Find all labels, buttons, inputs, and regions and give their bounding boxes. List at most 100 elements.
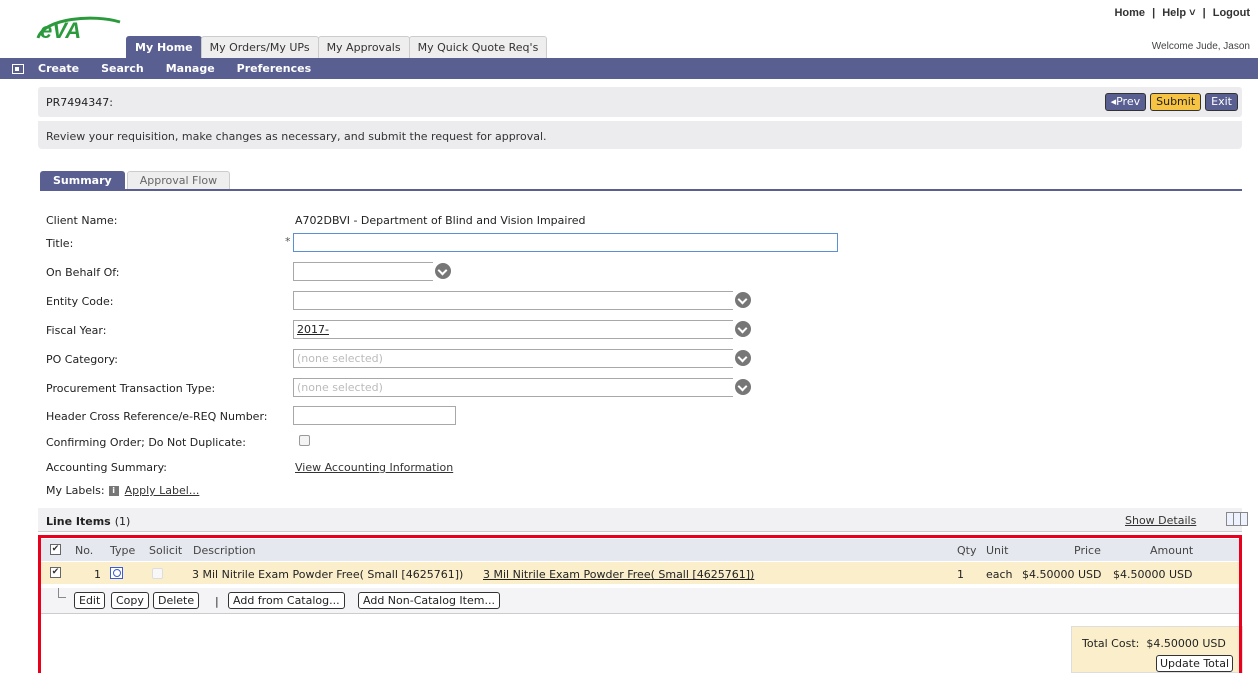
col-unit: Unit — [986, 544, 1009, 557]
col-qty: Qty — [957, 544, 977, 557]
help-link[interactable]: Help ˅ — [1162, 7, 1195, 19]
welcome-text: Welcome Jude, Jason — [1151, 41, 1250, 52]
nav-bar: Create Search Manage Preferences — [0, 58, 1258, 79]
tab-my-orders[interactable]: My Orders/My UPs — [200, 36, 319, 58]
window-icon[interactable] — [12, 63, 24, 74]
nav-search[interactable]: Search — [101, 62, 144, 75]
row-no: 1 — [94, 568, 101, 581]
submit-button[interactable]: Submit — [1150, 93, 1202, 111]
col-solicit: Solicit — [149, 544, 183, 557]
tab-summary[interactable]: Summary — [40, 171, 125, 189]
chevron-down-icon[interactable] — [735, 350, 751, 366]
line-items-header: Line Items (1) Show Details — [38, 508, 1248, 532]
chevron-down-icon[interactable] — [735, 379, 751, 395]
tab-approval-flow[interactable]: Approval Flow — [126, 171, 231, 189]
entity-code-label: Entity Code: — [46, 295, 114, 308]
chevron-down-icon[interactable] — [735, 321, 751, 337]
add-from-catalog-button[interactable]: Add from Catalog... — [228, 592, 345, 609]
on-behalf-label: On Behalf Of: — [46, 266, 120, 279]
fiscal-year-select[interactable]: 2017- — [293, 320, 733, 339]
home-link[interactable]: Home — [1114, 7, 1145, 19]
tab-my-home[interactable]: My Home — [126, 36, 202, 58]
row-amount: $4.50000 USD — [1113, 568, 1193, 581]
update-total-button[interactable]: Update Total — [1156, 655, 1234, 672]
row-checkbox[interactable]: ✔ — [50, 567, 61, 578]
tab-my-approvals[interactable]: My Approvals — [317, 36, 410, 58]
show-details-link[interactable]: Show Details — [1125, 514, 1196, 527]
required-marker: * — [285, 235, 291, 248]
prev-button[interactable]: ◂Prev — [1104, 93, 1147, 111]
separator: | — [1202, 7, 1206, 19]
col-price: Price — [1074, 544, 1101, 557]
select-all-checkbox[interactable]: ✔ — [50, 544, 61, 555]
eva-logo[interactable]: eVA — [34, 16, 124, 42]
hcr-label: Header Cross Reference/e-REQ Number: — [46, 410, 268, 423]
fiscal-year-label: Fiscal Year: — [46, 324, 107, 337]
client-name-value: A702DBVI - Department of Blind and Visio… — [295, 214, 586, 227]
delete-button[interactable]: Delete — [153, 592, 200, 609]
main-tabs: My Home My Orders/My UPs My Approvals My… — [126, 36, 548, 58]
logo-text: eVA — [40, 18, 81, 42]
apply-label-link[interactable]: Apply Label... — [125, 484, 200, 497]
po-category-select[interactable]: (none selected) — [293, 349, 733, 368]
row-price: $4.50000 USD — [1022, 568, 1102, 581]
pr-id: PR7494347: — [46, 96, 113, 109]
col-type: Type — [110, 544, 136, 557]
pr-bar: PR7494347: ◂Prev Submit Exit — [38, 87, 1242, 117]
col-amount: Amount — [1150, 544, 1194, 557]
logout-link[interactable]: Logout — [1213, 7, 1250, 19]
add-non-catalog-button[interactable]: Add Non-Catalog Item... — [358, 592, 500, 609]
nav-preferences[interactable]: Preferences — [237, 62, 311, 75]
tab-quick-quote[interactable]: My Quick Quote Req's — [408, 36, 548, 58]
tab-underline — [40, 189, 1242, 191]
confirming-checkbox[interactable] — [299, 435, 310, 446]
total-value: $4.50000 USD — [1146, 637, 1226, 650]
nav-create[interactable]: Create — [38, 62, 79, 75]
my-labels-label: My Labels: — [46, 484, 105, 497]
table-header: ✔ No. Type Solicit Description Qty Unit … — [38, 539, 1242, 561]
line-items-title: Line Items (1) — [46, 515, 131, 528]
title-label: Title: — [46, 237, 74, 250]
chevron-down-icon[interactable] — [735, 292, 751, 308]
hcr-input[interactable] — [293, 406, 456, 425]
row-description: 3 Mil Nitrile Exam Powder Free( Small [4… — [192, 568, 464, 581]
top-links: Home | Help ˅ | Logout — [1112, 7, 1252, 19]
pr-buttons: ◂Prev Submit Exit — [1104, 93, 1238, 111]
info-bar: Review your requisition, make changes as… — [38, 121, 1242, 149]
row-qty: 1 — [957, 568, 964, 581]
exit-button[interactable]: Exit — [1205, 93, 1238, 111]
nav-manage[interactable]: Manage — [166, 62, 215, 75]
ptt-label: Procurement Transaction Type: — [46, 382, 216, 395]
col-description: Description — [193, 544, 256, 557]
confirming-label: Confirming Order; Do Not Duplicate: — [46, 436, 246, 449]
row-unit: each — [986, 568, 1013, 581]
edit-button[interactable]: Edit — [74, 592, 106, 609]
info-text: Review your requisition, make changes as… — [46, 130, 547, 143]
title-input[interactable] — [293, 233, 838, 252]
total-label: Total Cost: — [1082, 637, 1140, 650]
columns-icon[interactable] — [1226, 512, 1248, 526]
table-row[interactable]: ✔ 1 3 Mil Nitrile Exam Powder Free( Smal… — [38, 562, 1242, 584]
solicit-checkbox — [152, 568, 163, 579]
row-description-link[interactable]: 3 Mil Nitrile Exam Powder Free( Small [4… — [483, 568, 754, 581]
copy-button[interactable]: Copy — [111, 592, 149, 609]
sub-tabs: Summary Approval Flow — [40, 171, 232, 189]
chevron-down-icon[interactable] — [435, 263, 451, 279]
po-category-label: PO Category: — [46, 353, 118, 366]
on-behalf-select[interactable] — [293, 262, 433, 281]
info-icon[interactable]: i — [108, 486, 119, 496]
total-cost: Total Cost: $4.50000 USD — [1082, 637, 1226, 650]
accounting-label: Accounting Summary: — [46, 461, 167, 474]
entity-code-select[interactable] — [293, 291, 733, 310]
separator: | — [1152, 7, 1156, 19]
top-header: eVA Home | Help ˅ | Logout Welcome Jude,… — [0, 0, 1258, 58]
tree-connector-icon — [58, 588, 66, 598]
line-items-count: (1) — [114, 515, 131, 528]
ptt-select[interactable]: (none selected) — [293, 378, 733, 397]
col-no: No. — [75, 544, 94, 557]
catalog-item-icon — [110, 567, 123, 579]
my-labels-row: My Labels: i Apply Label... — [46, 484, 199, 497]
total-box: Total Cost: $4.50000 USD Update Total — [1071, 626, 1243, 673]
view-accounting-link[interactable]: View Accounting Information — [295, 461, 453, 474]
client-name-label: Client Name: — [46, 214, 118, 227]
